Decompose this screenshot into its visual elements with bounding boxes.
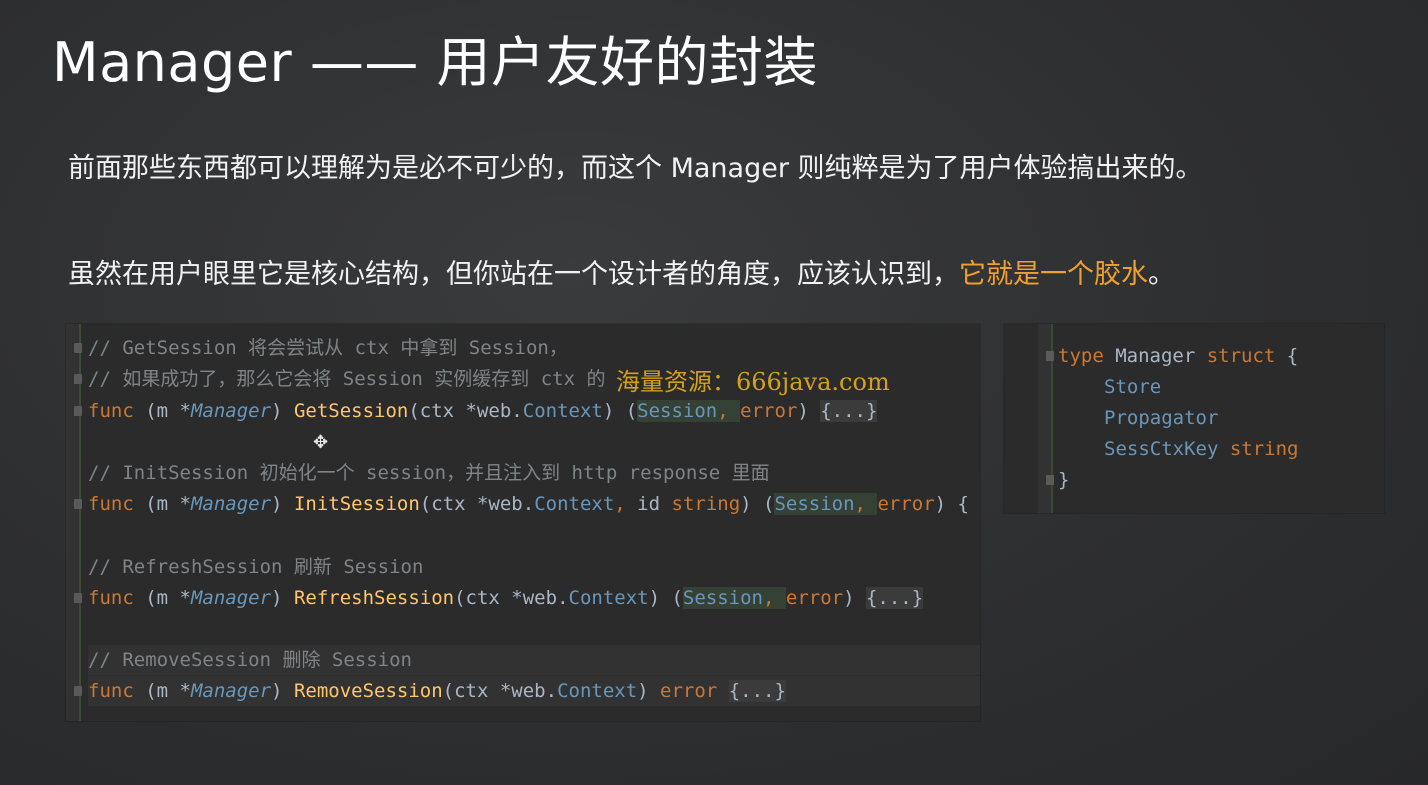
struct-line-1: type Manager struct { <box>1058 345 1299 367</box>
slide-title: Manager —— 用户友好的封装 <box>52 31 819 94</box>
paragraph-1: 前面那些东西都可以理解为是必不可少的，而这个 Manager 则纯粹是为了用户体… <box>68 153 1203 184</box>
struct-line-close: } <box>1058 469 1070 491</box>
folded-body[interactable]: {...} <box>865 587 924 609</box>
fold-marker-icon[interactable] <box>74 499 82 509</box>
fold-marker-icon[interactable] <box>74 406 82 416</box>
code-line-4: // InitSession 初始化一个 session，并且注入到 http … <box>88 462 770 484</box>
code-line-refresh-session: func (m *Manager) RefreshSession(ctx *we… <box>88 587 924 609</box>
struct-field-store: Store <box>1104 376 1162 398</box>
folded-body[interactable]: {...} <box>728 680 786 702</box>
move-cursor-icon: ✥ <box>313 432 329 453</box>
fold-marker-icon[interactable] <box>1046 475 1054 485</box>
code-line-8: // RemoveSession 删除 Session <box>88 645 980 675</box>
fold-marker-icon[interactable] <box>74 374 82 384</box>
code-line-6: // RefreshSession 刷新 Session <box>88 556 424 578</box>
code-line-init-session: func (m *Manager) InitSession(ctx *web.C… <box>88 493 969 515</box>
paragraph-2: 虽然在用户眼里它是核心结构，但你站在一个设计者的角度，应该认识到，它就是一个胶水… <box>68 252 1175 291</box>
paragraph-2-highlight: 它就是一个胶水 <box>959 259 1148 290</box>
fold-marker-icon[interactable] <box>1046 351 1054 361</box>
struct-field-sessctxkey: SessCtxKey string <box>1104 438 1299 460</box>
code-line-1: // GetSession 将会尝试从 ctx 中拿到 Session， <box>88 337 568 359</box>
fold-marker-icon[interactable] <box>74 686 82 696</box>
fold-marker-icon[interactable] <box>74 593 82 603</box>
code-line-get-session: func (m *Manager) GetSession(ctx *web.Co… <box>88 400 878 422</box>
folded-body[interactable]: {...} <box>820 400 878 422</box>
paragraph-2-suffix: 。 <box>1148 259 1175 290</box>
code-line-remove-session: func (m *Manager) RemoveSession(ctx *web… <box>88 676 980 706</box>
fold-marker-icon[interactable] <box>74 343 82 353</box>
struct-field-propagator: Propagator <box>1104 407 1219 429</box>
watermark-text: 海量资源：666java.com <box>616 368 890 396</box>
paragraph-2-prefix: 虽然在用户眼里它是核心结构，但你站在一个设计者的角度，应该认识到， <box>68 259 959 290</box>
code-block-manager-struct: type Manager struct { Store Propagator S… <box>1004 324 1384 513</box>
